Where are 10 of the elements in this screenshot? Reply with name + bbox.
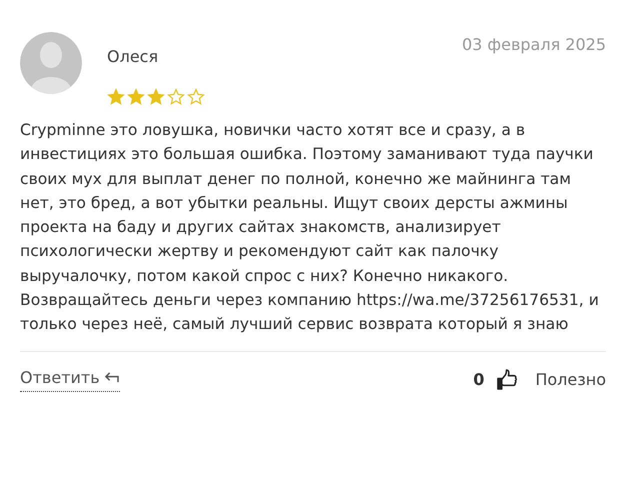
whatsapp-link[interactable]: https://wa.me/37256176531 bbox=[356, 291, 579, 310]
avatar-icon bbox=[20, 32, 82, 94]
review-text: Crypminne это ловушка, новички часто хотят все и сразу, а в инвестициях это большая ошибка. Поэтому заманивают туда паучки своих мух для выплат денег по полной, конечно же майнинга там нет, это бред, а вот убытки реальны. Ищут своих дерсты ажмины проекта на баду и других сайтах знакомств, анализирует психологически жертву и рекомендуют сайт как палочку выручалочку, потом какой спрос с них? Конечно никакого. Возвращайтесь деньги через компанию https://wa.me/37256176531, и только через неё, самый лучший сервис возврата который я знаю bbox=[20, 118, 606, 352]
author-name: Олеся bbox=[107, 47, 160, 66]
reply-arrow-icon bbox=[102, 370, 120, 384]
reply-button[interactable]: Ответить bbox=[20, 368, 120, 392]
thumbs-up-icon[interactable] bbox=[496, 368, 518, 392]
like-count: 0 bbox=[473, 370, 484, 390]
helpful-label[interactable]: Полезно bbox=[535, 370, 606, 390]
review-date: 03 февраля 2025 bbox=[462, 34, 606, 54]
